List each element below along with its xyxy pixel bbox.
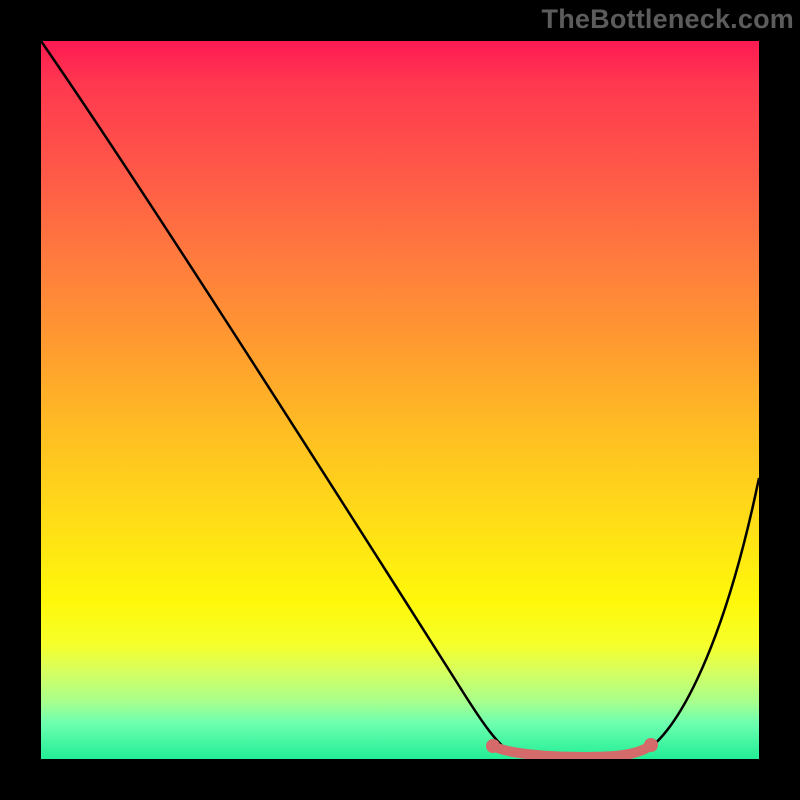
curve-layer <box>41 41 759 759</box>
chart-frame: TheBottleneck.com <box>0 0 800 800</box>
plot-area <box>41 41 759 759</box>
highlight-node-left <box>486 739 500 753</box>
highlight-segment <box>493 745 651 757</box>
highlight-node-right <box>644 738 658 752</box>
watermark-text: TheBottleneck.com <box>542 4 794 35</box>
bottleneck-curve <box>41 41 759 756</box>
